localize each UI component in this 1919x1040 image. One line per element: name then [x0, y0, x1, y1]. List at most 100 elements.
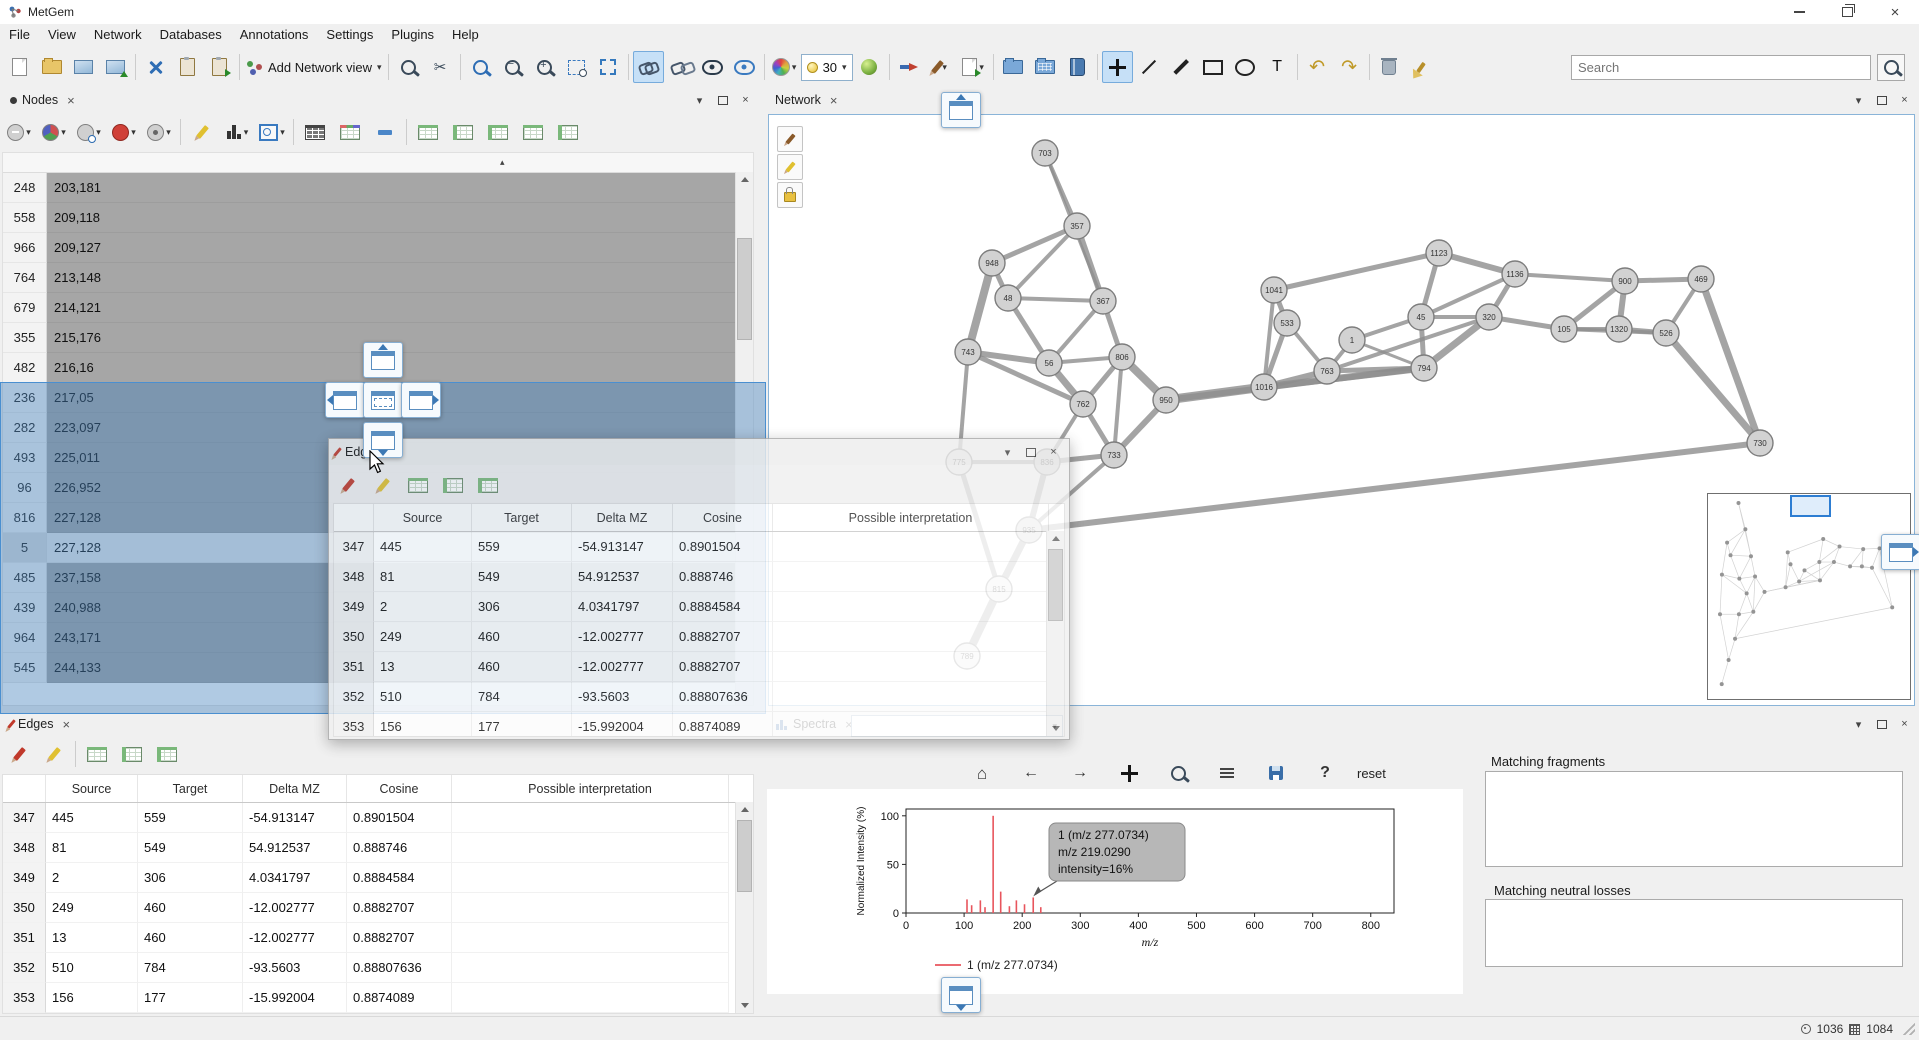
column-header[interactable]: Target [138, 775, 243, 802]
color-node-button[interactable]: ▾ [107, 117, 141, 147]
row-header[interactable]: 764 [3, 263, 47, 293]
line-tool-button[interactable] [1134, 51, 1165, 83]
table-row[interactable]: 352510784-93.56030.88807636 [3, 953, 753, 983]
floating-edges-panel[interactable]: Edges ▾ × SourceTargetDelta MZCosinePoss… [328, 438, 1070, 740]
table-row[interactable]: 34923064.03417970.8884584 [3, 863, 753, 893]
dock-menu-icon[interactable]: ▾ [999, 444, 1016, 461]
draw-pen-button[interactable]: ▾ [926, 51, 957, 83]
table-row[interactable]: 350249460-12.0027770.8882707 [3, 893, 753, 923]
new-file-button[interactable] [4, 51, 35, 83]
floating-panel-titlebar[interactable]: Edges ▾ × [329, 439, 1069, 465]
help-button[interactable]: ? [1308, 758, 1342, 788]
rect-tool-button[interactable] [1198, 51, 1229, 83]
find-button[interactable] [393, 51, 424, 83]
freeze-a-button[interactable] [80, 739, 114, 769]
scrollbar-thumb[interactable] [737, 238, 752, 340]
row-header[interactable]: 355 [3, 323, 47, 353]
ellipse-tool-button[interactable] [1230, 51, 1261, 83]
clear-button[interactable] [1406, 51, 1437, 83]
close-tab-icon[interactable]: × [62, 717, 70, 732]
redo-button[interactable]: ↷ [1334, 51, 1365, 83]
nodes-table-header[interactable]: ▴ [3, 153, 753, 173]
pan-button[interactable] [1112, 758, 1146, 788]
matching-fragments-box[interactable] [1485, 771, 1903, 867]
home-button[interactable]: ⌂ [965, 758, 999, 788]
zoom-table-button[interactable]: ▾ [255, 117, 289, 147]
table-row[interactable]: 350249460-12.0027770.8882707 [334, 622, 1064, 652]
column-header[interactable]: Source [46, 775, 138, 802]
table-row[interactable]: 248203,181 [3, 173, 753, 203]
network-minimap[interactable] [1707, 493, 1911, 700]
edit-pen-red-button[interactable] [331, 470, 365, 500]
scroll-up-icon[interactable] [1047, 531, 1064, 546]
locate-node-button[interactable]: ▾ [142, 117, 176, 147]
close-tab-icon[interactable]: × [830, 93, 838, 108]
freeze-a-button[interactable] [516, 117, 550, 147]
freeze-c-button[interactable] [481, 117, 515, 147]
float-dock-icon[interactable] [1873, 716, 1890, 733]
freeze-a-button[interactable] [411, 117, 445, 147]
column-header[interactable]: Source [374, 504, 472, 531]
pie-colors-button[interactable]: ▾ [37, 117, 71, 147]
annotate-dart-button[interactable] [894, 51, 925, 83]
column-header[interactable]: Cosine [673, 504, 773, 531]
export-metadata-button[interactable] [204, 51, 235, 83]
matching-neutral-losses-box[interactable] [1485, 899, 1903, 967]
size-sphere-button[interactable] [854, 51, 885, 83]
column-header[interactable]: Delta MZ [243, 775, 347, 802]
edges-table-scrollbar[interactable] [735, 802, 753, 1013]
settings-button[interactable] [1210, 758, 1244, 788]
spectrum-figure[interactable]: 0100200300400500600700800050100m/zNormal… [767, 789, 1463, 994]
close-button[interactable]: × [1871, 0, 1919, 24]
hide-columns-button[interactable] [368, 117, 402, 147]
import-metadata-button[interactable] [172, 51, 203, 83]
float-dock-icon[interactable] [1873, 92, 1890, 109]
lock-view-button[interactable] [777, 182, 803, 208]
column-header[interactable]: Possible interpretation [452, 775, 729, 802]
tab-nodes[interactable]: Nodes × [6, 88, 79, 112]
color-picker-button[interactable]: ▾ [769, 51, 800, 83]
menu-databases[interactable]: Databases [151, 24, 231, 46]
nodes-panel-titlebar[interactable]: Nodes × ▾ × [0, 88, 760, 112]
menu-settings[interactable]: Settings [317, 24, 382, 46]
table-colors-button[interactable] [333, 117, 367, 147]
close-dock-icon[interactable]: × [1045, 444, 1062, 461]
text-tool-button[interactable]: T [1262, 51, 1293, 83]
freeze-b-button[interactable] [115, 739, 149, 769]
search-button[interactable] [1877, 54, 1905, 81]
menu-file[interactable]: File [0, 24, 39, 46]
table-row[interactable]: 347445559-54.9131470.8901504 [3, 803, 753, 833]
zoom-out-button[interactable] [497, 51, 528, 83]
search-input[interactable] [1571, 55, 1871, 80]
unlink-views-button[interactable] [665, 51, 696, 83]
close-dock-icon[interactable]: × [737, 92, 754, 109]
freeze-c-button[interactable] [150, 739, 184, 769]
scrollbar-thumb[interactable] [1048, 549, 1063, 621]
network-panel-titlebar[interactable]: Network × ▾ × [765, 88, 1919, 112]
highlight-pen-button[interactable] [185, 117, 219, 147]
open-database-button[interactable] [998, 51, 1029, 83]
remove-node-button[interactable]: ▾ [2, 117, 36, 147]
scrollbar-thumb[interactable] [737, 820, 752, 892]
float-dock-icon[interactable] [714, 92, 731, 109]
scroll-up-icon[interactable] [736, 802, 753, 817]
zoom-page-button[interactable] [465, 51, 496, 83]
dock-menu-icon[interactable]: ▾ [1850, 716, 1867, 733]
column-header[interactable]: Possible interpretation [773, 504, 1049, 531]
table-row[interactable]: 353156177-15.9920040.8874089 [3, 983, 753, 1013]
row-header[interactable]: 679 [3, 293, 47, 323]
line2-tool-button[interactable] [1166, 51, 1197, 83]
forward-button[interactable]: → [1063, 758, 1097, 788]
zoom-in-button[interactable] [529, 51, 560, 83]
edit-pen-red-button[interactable] [2, 739, 36, 769]
table-row[interactable]: 347445559-54.9131470.8901504 [334, 532, 1064, 562]
scroll-down-icon[interactable] [736, 998, 753, 1013]
dock-menu-icon[interactable]: ▾ [691, 92, 708, 109]
close-dock-icon[interactable]: × [1896, 716, 1913, 733]
workflow-button[interactable] [140, 51, 171, 83]
table-row[interactable]: 35113460-12.0027770.8882707 [3, 923, 753, 953]
freeze-c-button[interactable] [471, 470, 505, 500]
library-button[interactable] [1062, 51, 1093, 83]
zoom-selection-button[interactable] [561, 51, 592, 83]
close-tab-icon[interactable]: × [67, 93, 75, 108]
